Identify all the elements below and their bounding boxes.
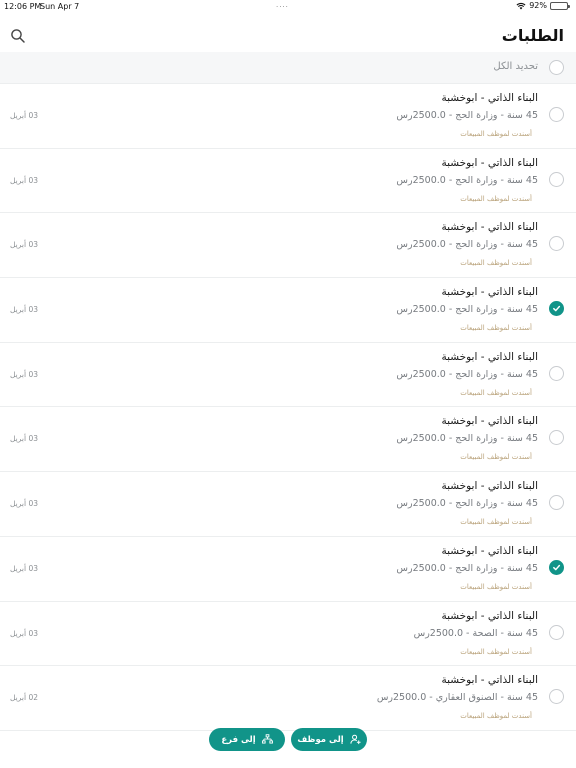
assign-to-employee-label: إلى موظف: [297, 734, 344, 745]
battery-percent: 92%: [529, 1, 547, 10]
search-icon: [11, 29, 25, 43]
request-title: البناء الذاتي - ابوخشبة: [441, 544, 538, 557]
select-all-row[interactable]: تحديد الكل: [0, 52, 576, 84]
request-status: أسندت لموظف المبيعات: [460, 324, 532, 333]
request-date: 03 أبريل: [10, 563, 39, 573]
request-date: 03 أبريل: [10, 499, 39, 509]
request-row[interactable]: البناء الذاتي - ابوخشبة 45 سنة - الصنوق ا…: [0, 666, 576, 731]
request-status: أسندت لموظف المبيعات: [460, 453, 532, 462]
request-select-radio[interactable]: [549, 301, 564, 317]
request-status: أسندت لموظف المبيعات: [460, 582, 532, 591]
assign-to-branch-label: إلى فرع: [221, 734, 256, 745]
request-select-radio[interactable]: [549, 689, 564, 705]
request-row[interactable]: البناء الذاتي - ابوخشبة 45 سنة - وزارة ال…: [0, 407, 576, 473]
request-row[interactable]: البناء الذاتي - ابوخشبة 45 سنة - وزارة ال…: [0, 149, 576, 214]
request-details: 45 سنة - وزارة الحج - 2500.0رس: [396, 498, 538, 510]
request-title: البناء الذاتي - ابوخشبة: [441, 480, 538, 493]
branch-icon: [261, 734, 273, 744]
request-status: أسندت لموظف المبيعات: [460, 194, 532, 203]
request-status: أسندت لموظف المبيعات: [460, 388, 532, 397]
battery-icon: [550, 1, 570, 10]
request-select-radio[interactable]: [549, 495, 564, 511]
request-title: البناء الذاتي - ابوخشبة: [441, 350, 538, 363]
search-button[interactable]: [10, 28, 30, 48]
request-date: 02 أبريل: [10, 693, 39, 703]
request-date: 03 أبريل: [10, 628, 39, 638]
request-row[interactable]: البناء الذاتي - ابوخشبة 45 سنة - وزارة ال…: [0, 213, 576, 279]
request-status: أسندت لموظف المبيعات: [460, 518, 532, 527]
request-title: البناء الذاتي - ابوخشبة: [441, 286, 538, 299]
status-date: Sun Apr 7: [40, 2, 80, 11]
request-list: البناء الذاتي - ابوخشبة 45 سنة - وزارة ال…: [0, 84, 576, 731]
request-status: أسندت لموظف المبيعات: [460, 712, 532, 721]
request-title: البناء الذاتي - ابوخشبة: [441, 415, 538, 428]
request-row[interactable]: البناء الذاتي - ابوخشبة 45 سنة - وزارة ال…: [0, 84, 576, 149]
request-details: 45 سنة - الصنوق العقاري - 2500.0رس: [376, 692, 538, 704]
request-details: 45 سنة - وزارة الحج - 2500.0رس: [396, 110, 538, 121]
status-indicators: 92%: [516, 1, 570, 10]
request-select-radio[interactable]: [549, 430, 564, 446]
request-details: 45 سنة - وزارة الحج - 2500.0رس: [396, 433, 538, 445]
request-date: 03 أبريل: [10, 240, 39, 250]
request-title: البناء الذاتي - ابوخشبة: [441, 674, 538, 687]
request-details: 45 سنة - وزارة الحج - 2500.0رس: [396, 239, 538, 251]
request-title: البناء الذاتي - ابوخشبة: [441, 92, 538, 104]
add-user-icon: [350, 734, 361, 745]
request-date: 03 أبريل: [10, 369, 39, 379]
request-date: 03 أبريل: [10, 111, 39, 120]
request-row[interactable]: البناء الذاتي - ابوخشبة 45 سنة - وزارة ال…: [0, 343, 576, 408]
multitask-dots: ....: [276, 1, 289, 9]
request-status: أسندت لموظف المبيعات: [460, 130, 532, 138]
header: الطلبات: [0, 22, 576, 52]
status-bar: 12:06 PM Sun Apr 7 .... 92%: [0, 0, 576, 14]
assign-to-employee-button[interactable]: إلى موظف: [291, 728, 367, 751]
request-row[interactable]: البناء الذاتي - ابوخشبة 45 سنة - وزارة ال…: [0, 278, 576, 343]
select-all-label: تحديد الكل: [493, 61, 538, 72]
check-icon: [553, 305, 561, 312]
request-title: البناء الذاتي - ابوخشبة: [441, 221, 538, 234]
request-select-radio[interactable]: [549, 171, 564, 187]
request-details: 45 سنة - وزارة الحج - 2500.0رس: [396, 562, 538, 574]
request-date: 03 أبريل: [10, 175, 39, 185]
request-status: أسندت لموظف المبيعات: [460, 647, 532, 656]
request-row[interactable]: البناء الذاتي - ابوخشبة 45 سنة - وزارة ال…: [0, 537, 576, 602]
request-details: 45 سنة - وزارة الحج - 2500.0رس: [396, 304, 538, 316]
request-select-radio[interactable]: [549, 236, 564, 252]
wifi-icon: [516, 2, 526, 9]
assign-to-branch-button[interactable]: إلى فرع: [209, 728, 285, 751]
request-title: البناء الذاتي - ابوخشبة: [441, 609, 538, 622]
status-time: 12:06 PM: [4, 2, 42, 11]
request-select-radio[interactable]: [549, 365, 564, 381]
request-details: 45 سنة - وزارة الحج - 2500.0رس: [396, 368, 538, 380]
request-select-radio[interactable]: [549, 107, 564, 122]
request-date: 03 أبريل: [10, 434, 39, 444]
request-details: 45 سنة - الصحة - 2500.0رس: [413, 627, 538, 639]
action-bar: إلى موظف إلى فرع: [0, 728, 576, 752]
request-row[interactable]: البناء الذاتي - ابوخشبة 45 سنة - وزارة ال…: [0, 472, 576, 537]
request-date: 03 أبريل: [10, 305, 39, 315]
request-select-radio[interactable]: [549, 624, 564, 640]
check-icon: [553, 564, 561, 571]
select-all-radio[interactable]: [549, 60, 564, 75]
page-title: الطلبات: [501, 26, 564, 45]
request-status: أسندت لموظف المبيعات: [460, 259, 532, 268]
request-select-radio[interactable]: [549, 559, 564, 575]
request-title: البناء الذاتي - ابوخشبة: [441, 156, 538, 169]
request-row[interactable]: البناء الذاتي - ابوخشبة 45 سنة - الصحة - …: [0, 602, 576, 667]
request-details: 45 سنة - وزارة الحج - 2500.0رس: [396, 174, 538, 186]
